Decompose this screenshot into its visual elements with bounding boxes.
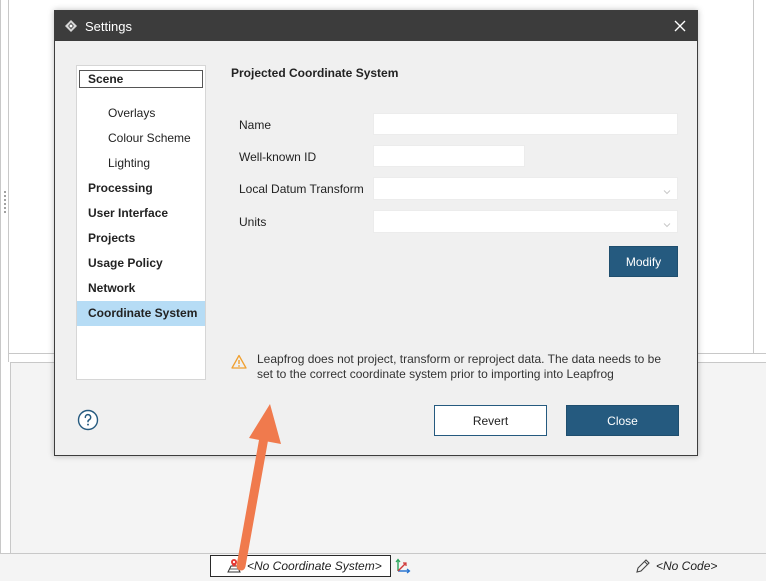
chevron-down-icon bbox=[663, 218, 671, 228]
background-divider bbox=[8, 0, 9, 362]
nav-item-colour-scheme[interactable]: Colour Scheme bbox=[77, 126, 205, 151]
code-status[interactable]: <No Code> bbox=[634, 557, 717, 575]
warning-text: Leapfrog does not project, transform or … bbox=[257, 352, 662, 381]
background-divider bbox=[753, 0, 754, 353]
help-icon[interactable] bbox=[77, 409, 99, 431]
background-divider bbox=[0, 0, 1, 553]
nav-item-coordinate-system[interactable]: Coordinate System bbox=[77, 301, 205, 326]
well-known-id-field[interactable] bbox=[373, 145, 525, 167]
coordinate-system-text: <No Coordinate System> bbox=[247, 559, 382, 573]
close-button[interactable]: Close bbox=[566, 405, 679, 436]
pencil-icon bbox=[634, 557, 652, 575]
modify-button[interactable]: Modify bbox=[609, 246, 678, 277]
dialog-titlebar: Settings bbox=[55, 11, 697, 41]
settings-dialog: Settings Scene Overlays Colour Scheme Li… bbox=[54, 10, 698, 456]
dialog-title: Settings bbox=[85, 18, 132, 34]
close-icon[interactable] bbox=[671, 17, 689, 35]
name-field[interactable] bbox=[373, 113, 678, 135]
leapfrog-app-icon bbox=[64, 19, 78, 33]
code-text: <No Code> bbox=[656, 559, 718, 573]
nav-item-projects[interactable]: Projects bbox=[77, 226, 205, 251]
nav-item-user-interface[interactable]: User Interface bbox=[77, 201, 205, 226]
settings-nav: Scene Overlays Colour Scheme Lighting Pr… bbox=[76, 65, 206, 380]
warning-message: Leapfrog does not project, transform or … bbox=[231, 352, 671, 382]
units-dropdown[interactable] bbox=[373, 210, 678, 233]
revert-button[interactable]: Revert bbox=[434, 405, 547, 436]
coordinate-system-status[interactable]: <No Coordinate System> bbox=[210, 555, 391, 577]
local-datum-transform-dropdown[interactable] bbox=[373, 177, 678, 200]
axes-icon[interactable] bbox=[394, 557, 412, 575]
splitter-grip[interactable] bbox=[3, 190, 7, 214]
nav-item-scene[interactable]: Scene bbox=[79, 70, 203, 88]
units-label: Units bbox=[239, 215, 267, 229]
map-pin-icon bbox=[225, 557, 243, 575]
chevron-down-icon bbox=[663, 185, 671, 195]
name-label: Name bbox=[239, 118, 272, 132]
nav-item-usage-policy[interactable]: Usage Policy bbox=[77, 251, 205, 276]
local-datum-transform-label: Local Datum Transform bbox=[239, 182, 364, 196]
nav-item-processing[interactable]: Processing bbox=[77, 176, 205, 201]
nav-item-lighting[interactable]: Lighting bbox=[77, 151, 205, 176]
warning-icon bbox=[231, 354, 247, 370]
nav-item-network[interactable]: Network bbox=[77, 276, 205, 301]
section-title: Projected Coordinate System bbox=[231, 66, 399, 80]
well-known-id-label: Well-known ID bbox=[239, 150, 317, 164]
nav-item-overlays[interactable]: Overlays bbox=[77, 101, 205, 126]
